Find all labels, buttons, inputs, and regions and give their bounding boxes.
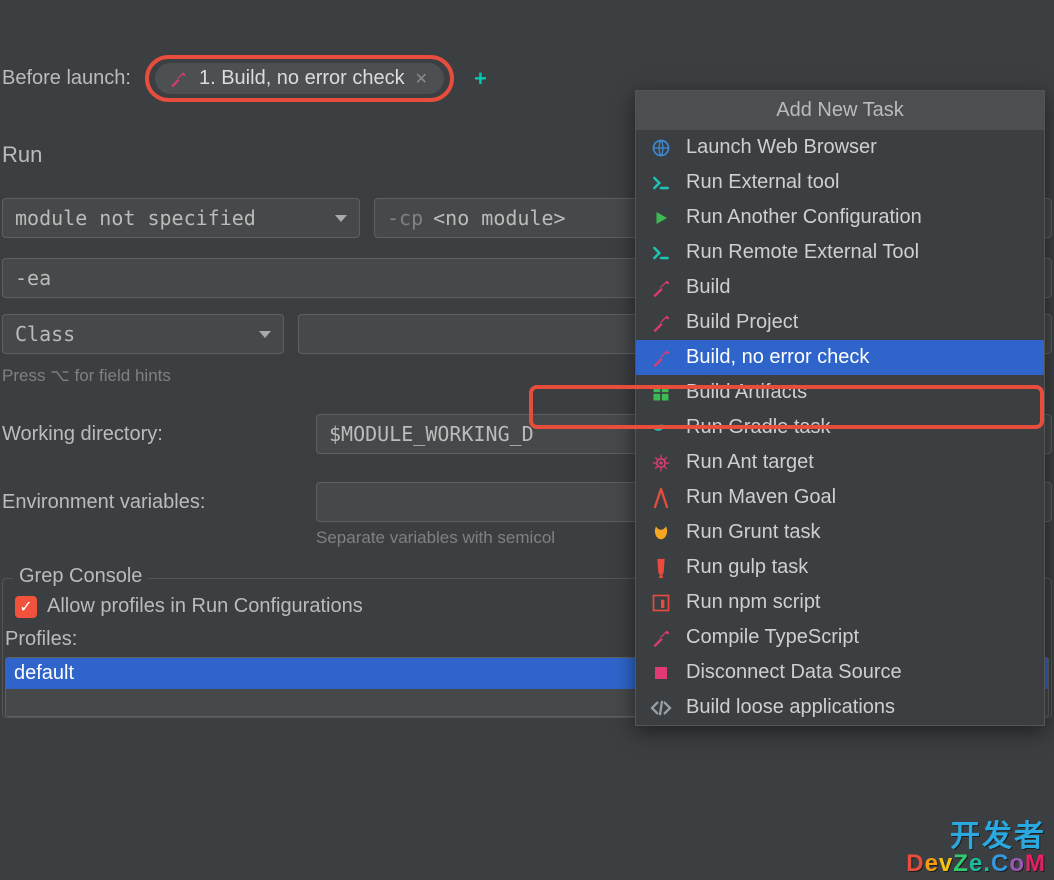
task-item-label: Run Another Configuration bbox=[686, 206, 922, 229]
working-dir-label: Working directory: bbox=[2, 423, 302, 446]
ant-icon bbox=[650, 452, 672, 474]
task-item-label: Build loose applications bbox=[686, 696, 895, 719]
task-item-compile-typescript[interactable]: Compile TypeScript bbox=[636, 620, 1044, 655]
task-item-run-gulp-task[interactable]: Run gulp task bbox=[636, 550, 1044, 585]
task-item-build-artifacts[interactable]: Build Artifacts bbox=[636, 375, 1044, 410]
hammer-icon bbox=[167, 68, 189, 90]
task-item-run-ant-target[interactable]: Run Ant target bbox=[636, 445, 1044, 480]
task-item-run-external-tool[interactable]: Run External tool bbox=[636, 165, 1044, 200]
main-class-kind-select[interactable]: Class bbox=[2, 314, 284, 354]
add-task-button[interactable]: + bbox=[474, 66, 487, 92]
env-vars-label: Environment variables: bbox=[2, 491, 302, 514]
terminal-icon bbox=[650, 172, 672, 194]
task-item-run-grunt-task[interactable]: Run Grunt task bbox=[636, 515, 1044, 550]
module-select[interactable]: module not specified bbox=[2, 198, 360, 238]
chevron-down-icon bbox=[335, 215, 347, 222]
module-select-value: module not specified bbox=[15, 206, 256, 230]
gulp-icon bbox=[650, 557, 672, 579]
task-item-label: Run Remote External Tool bbox=[686, 241, 919, 264]
play-icon bbox=[650, 207, 672, 229]
chip-label: 1. Build, no error check bbox=[199, 67, 405, 90]
task-item-label: Run Ant target bbox=[686, 451, 814, 474]
popup-title: Add New Task bbox=[636, 91, 1044, 130]
task-item-label: Build bbox=[686, 276, 730, 299]
task-item-label: Compile TypeScript bbox=[686, 626, 859, 649]
cp-prefix: -cp bbox=[387, 206, 423, 230]
task-item-build-no-error-check[interactable]: Build, no error check bbox=[636, 340, 1044, 375]
grunt-icon bbox=[650, 522, 672, 544]
disconnect-icon bbox=[650, 662, 672, 684]
task-item-label: Run gulp task bbox=[686, 556, 808, 579]
artifacts-icon bbox=[650, 382, 672, 404]
task-item-label: Disconnect Data Source bbox=[686, 661, 902, 684]
task-item-label: Build Project bbox=[686, 311, 798, 334]
add-new-task-popup: Add New Task Launch Web Browser Run Exter… bbox=[635, 90, 1045, 726]
hammer-icon bbox=[650, 627, 672, 649]
task-item-run-remote-external-tool[interactable]: Run Remote External Tool bbox=[636, 235, 1044, 270]
task-item-label: Run npm script bbox=[686, 591, 821, 614]
task-item-run-maven-goal[interactable]: Run Maven Goal bbox=[636, 480, 1044, 515]
cp-value: <no module> bbox=[433, 206, 565, 230]
task-item-run-npm-script[interactable]: Run npm script bbox=[636, 585, 1044, 620]
task-item-label: Run External tool bbox=[686, 171, 839, 194]
task-item-build-loose-applications[interactable]: Build loose applications bbox=[636, 690, 1044, 725]
close-icon[interactable]: ✕ bbox=[415, 69, 428, 89]
allow-profiles-label: Allow profiles in Run Configurations bbox=[47, 595, 363, 618]
gradle-icon bbox=[650, 417, 672, 439]
task-item-label: Launch Web Browser bbox=[686, 136, 877, 159]
before-launch-chip-highlight: 1. Build, no error check ✕ bbox=[145, 55, 454, 102]
class-select-value: Class bbox=[15, 322, 75, 346]
task-item-run-another-configuration[interactable]: Run Another Configuration bbox=[636, 200, 1044, 235]
hammer-icon bbox=[650, 277, 672, 299]
globe-icon bbox=[650, 137, 672, 159]
npm-icon bbox=[650, 592, 672, 614]
task-item-label: Build Artifacts bbox=[686, 381, 807, 404]
task-item-label: Run Maven Goal bbox=[686, 486, 836, 509]
task-item-build[interactable]: Build bbox=[636, 270, 1044, 305]
task-item-run-gradle-task[interactable]: Run Gradle task bbox=[636, 410, 1044, 445]
before-launch-label: Before launch: bbox=[2, 67, 131, 90]
task-item-label: Run Grunt task bbox=[686, 521, 821, 544]
chevron-down-icon bbox=[259, 331, 271, 338]
task-item-label: Run Gradle task bbox=[686, 416, 831, 439]
task-item-build-project[interactable]: Build Project bbox=[636, 305, 1044, 340]
before-launch-task-chip[interactable]: 1. Build, no error check ✕ bbox=[155, 63, 444, 94]
vm-options-value: -ea bbox=[15, 266, 51, 290]
hammer-icon bbox=[650, 312, 672, 334]
task-item-launch-web-browser[interactable]: Launch Web Browser bbox=[636, 130, 1044, 165]
task-item-disconnect-data-source[interactable]: Disconnect Data Source bbox=[636, 655, 1044, 690]
hammer-icon bbox=[650, 347, 672, 369]
terminal-icon bbox=[650, 242, 672, 264]
task-item-label: Build, no error check bbox=[686, 346, 869, 369]
grep-console-legend: Grep Console bbox=[13, 565, 148, 588]
allow-profiles-checkbox[interactable]: ✓ bbox=[15, 596, 37, 618]
working-dir-value: $MODULE_WORKING_D bbox=[329, 422, 534, 446]
code-icon bbox=[650, 697, 672, 719]
maven-icon bbox=[650, 487, 672, 509]
